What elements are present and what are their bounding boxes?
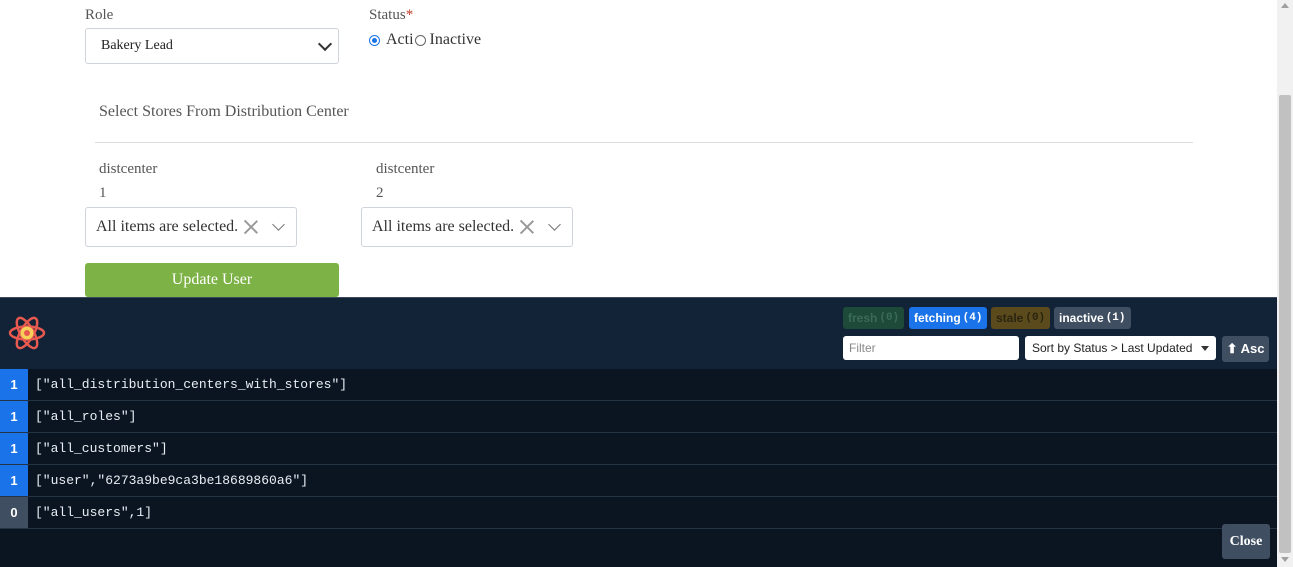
close-devtools-button[interactable]: Close [1222,524,1270,559]
query-key: ["all_users",1] [35,505,153,520]
query-key: ["all_customers"] [35,441,168,456]
query-key: ["all_roles"] [35,409,137,424]
dc2-number: 2 [376,185,384,201]
chevron-down-icon [548,218,562,231]
query-row[interactable]: 1 ["user","6273a9be9ca3be18689860a6"] [0,465,1277,497]
required-mark: * [405,7,414,23]
sort-select-value: Sort by Status > Last Updated [1032,341,1193,355]
role-select-value: Bakery Lead [101,38,173,53]
chevron-down-icon [317,36,333,51]
role-select[interactable]: Bakery Lead [85,28,339,64]
status-inactive-radio[interactable] [414,34,426,46]
dc1-name: distcenter [99,161,158,177]
divider [95,142,1193,143]
badge-inactive: inactive (1) [1054,307,1131,329]
sort-direction-button[interactable]: ⬆ Asc [1222,336,1269,362]
dc1-number: 1 [99,185,107,201]
badge-stale: stale (0) [991,307,1051,329]
dc1-multiselect[interactable]: All items are selected. [85,207,297,247]
dc2-multiselect-value: All items are selected. [372,218,515,235]
clear-icon[interactable] [244,220,258,234]
react-query-logo-icon [8,316,46,350]
caret-down-icon [1201,346,1209,351]
scroll-up-arrow[interactable] [1281,3,1289,8]
dc2-multiselect[interactable]: All items are selected. [361,207,573,247]
status-inactive-label: Inactive [429,31,482,48]
badge-fetching: fetching (4) [909,307,988,329]
dc2-name: distcenter [376,161,435,177]
query-devtools-panel: fresh (0) fetching (4) stale (0) inactive (1… [0,297,1277,567]
status-label: Status* [369,7,414,23]
query-key: ["user","6273a9be9ca3be18689860a6"] [35,473,309,488]
stores-heading: Select Stores From Distribution Center [99,103,349,120]
filter-input[interactable]: Filter [843,336,1019,360]
status-active-label: Acti [386,31,414,48]
observer-count: 0 [0,497,28,528]
dc1-multiselect-value: All items are selected. [96,218,239,235]
sort-select[interactable]: Sort by Status > Last Updated [1025,336,1216,360]
status-active-radio[interactable] [369,34,380,46]
role-label: Role [85,7,114,23]
badge-fresh: fresh (0) [843,307,905,329]
observer-count: 1 [0,465,28,496]
query-row[interactable]: 0 ["all_users",1] [0,497,1277,529]
query-row[interactable]: 1 ["all_customers"] [0,433,1277,465]
page-scrollbar-thumb[interactable] [1279,95,1291,553]
scroll-down-arrow[interactable] [1281,557,1289,562]
devtools-header: fresh (0) fetching (4) stale (0) inactive (1… [0,297,1277,369]
query-row[interactable]: 1 ["all_roles"] [0,401,1277,433]
chevron-down-icon [272,218,286,231]
observer-count: 1 [0,433,28,464]
query-row[interactable]: 1 ["all_distribution_centers_with_stores… [0,369,1277,401]
query-key: ["all_distribution_centers_with_stores"] [35,377,348,392]
observer-count: 1 [0,369,28,400]
observer-count: 1 [0,401,28,432]
status-radio-group: Acti Inactive [369,31,481,49]
clear-icon[interactable] [520,220,534,234]
update-user-button[interactable]: Update User [85,263,339,297]
